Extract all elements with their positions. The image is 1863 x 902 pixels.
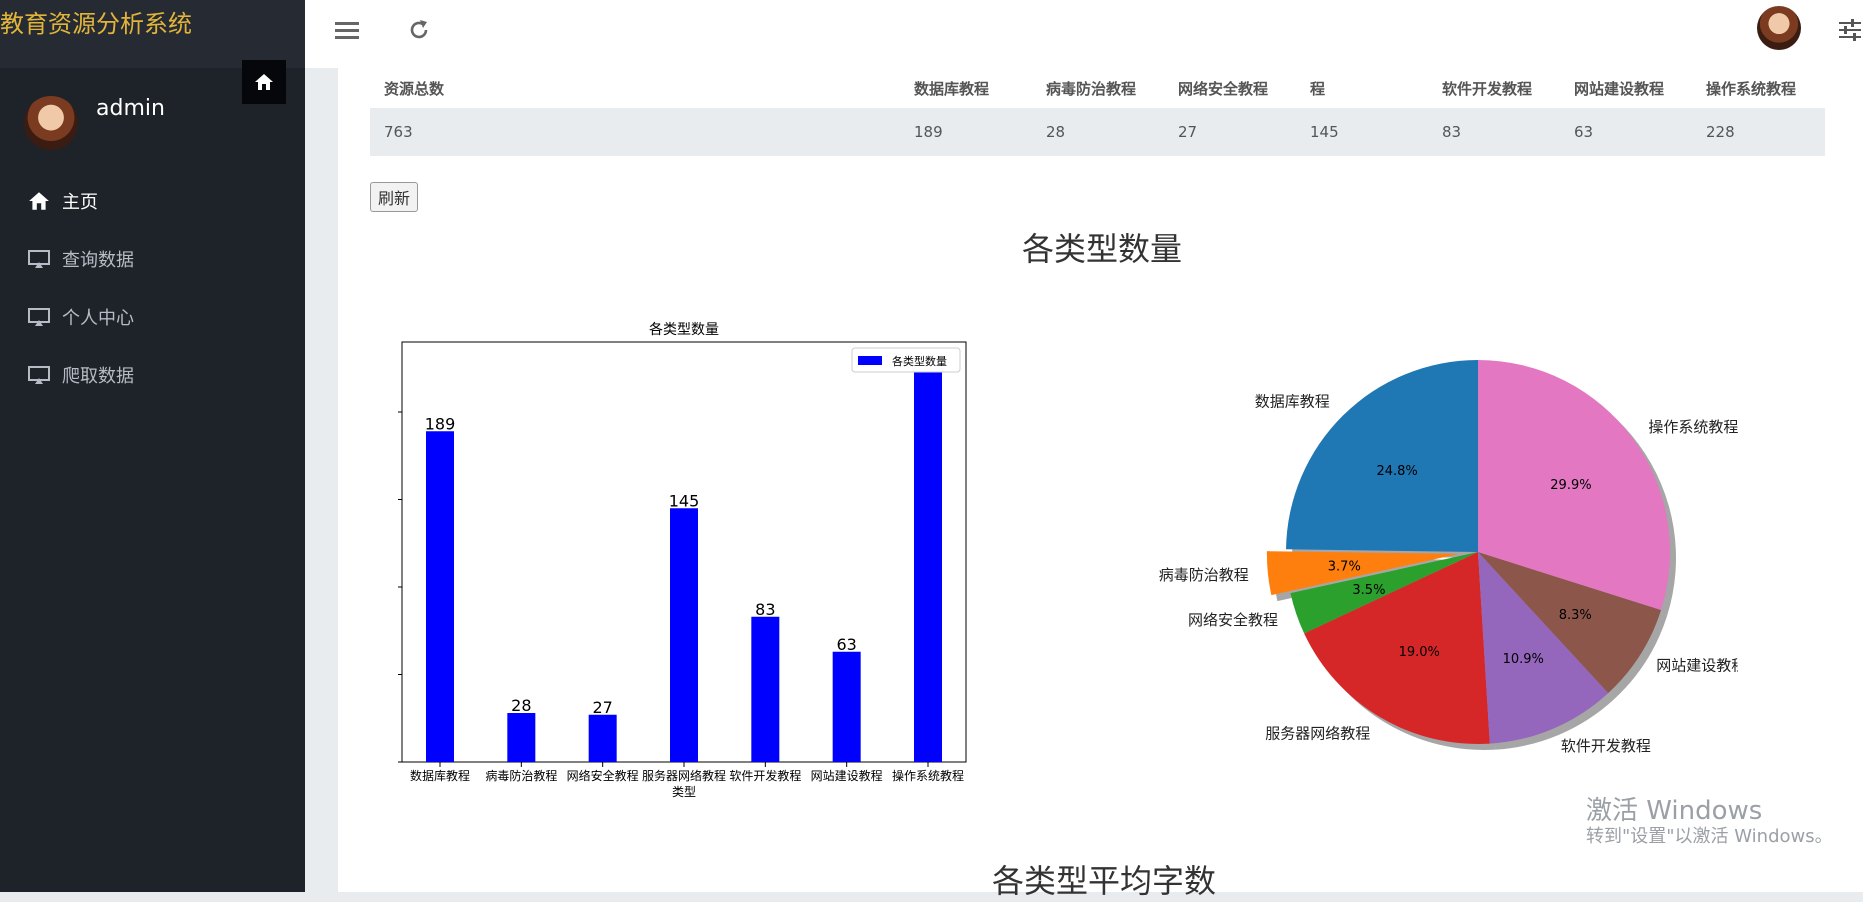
home-button[interactable] — [242, 60, 286, 104]
sliders-icon[interactable] — [1837, 18, 1863, 42]
pie-chart: 各类型数量分布24.8%数据库教程3.7%病毒防治教程3.5%网络安全教程19.… — [1159, 360, 1738, 755]
sidebar-item-crawl[interactable]: 爬取数据 — [28, 362, 134, 388]
stats-value: 27 — [1164, 108, 1296, 156]
sidebar-item-label: 爬取数据 — [62, 366, 134, 387]
stats-value: 189 — [900, 108, 1032, 156]
user-avatar[interactable] — [1757, 6, 1801, 50]
stats-header: 操作系统教程 — [1706, 79, 1797, 98]
user-avatar[interactable] — [24, 96, 78, 150]
bar-value-label: 28 — [511, 696, 531, 715]
username: admin — [96, 96, 165, 121]
sidebar-item-query[interactable]: 查询数据 — [28, 246, 134, 272]
pie-percent-label: 19.0% — [1399, 645, 1440, 660]
x-axis-label: 类型 — [672, 785, 696, 799]
stats-header: 数据库教程 — [914, 79, 990, 98]
stats-header: 软件开发教程 — [1442, 79, 1533, 98]
bar — [751, 616, 780, 762]
refresh-button[interactable]: 刷新 — [370, 182, 419, 212]
sidebar-item-profile[interactable]: 个人中心 — [28, 304, 134, 330]
stats-value: 83 — [1428, 108, 1560, 156]
sidebar: 教育资源分析系统 admin 主页 查询数据 个人中心 爬取数据 — [0, 0, 305, 892]
sidebar-item-home[interactable]: 主页 — [28, 188, 98, 214]
home-icon — [29, 192, 49, 210]
sidebar-item-label: 查询数据 — [62, 250, 134, 271]
legend-swatch — [858, 356, 882, 365]
main-panel: 资源总数 数据库教程 病毒防治教程 网络安全教程 程 软件开发教程 网站建设教程… — [338, 68, 1863, 900]
x-tick-label: 病毒防治教程 — [485, 768, 557, 783]
brand-bar: 教育资源分析系统 — [0, 0, 305, 68]
x-tick-label: 软件开发教程 — [729, 768, 801, 783]
bar — [426, 431, 454, 762]
app-title: 教育资源分析系统 — [0, 10, 192, 38]
stats-header: 资源总数 — [384, 79, 445, 98]
stats-value: 63 — [1560, 108, 1692, 156]
pie-category-label: 软件开发教程 — [1561, 737, 1651, 755]
menu-icon[interactable] — [335, 20, 359, 42]
x-tick-label: 操作系统教程 — [892, 768, 964, 783]
stats-value-row: 763 189 28 27 145 83 63 228 — [370, 108, 1825, 156]
x-tick-label: 数据库教程 — [410, 768, 470, 783]
pie-slice — [1286, 360, 1478, 552]
pie-category-label: 服务器网络教程 — [1265, 725, 1370, 743]
chart-title: 各类型数量 — [649, 322, 719, 338]
bar — [588, 714, 617, 762]
stats-value: 228 — [1692, 108, 1825, 156]
stats-header: 程 — [1310, 79, 1326, 98]
home-icon — [255, 74, 273, 90]
bar-chart: 各类型数量050100150200189数据库教程28病毒防治教程27网络安全教… — [398, 322, 967, 799]
stats-header: 网站建设教程 — [1574, 79, 1665, 98]
x-tick-label: 服务器网络教程 — [642, 768, 726, 783]
x-tick-label: 网站建设教程 — [811, 768, 883, 783]
pie-category-label: 网络安全教程 — [1188, 611, 1278, 629]
pie-percent-label: 3.7% — [1328, 560, 1361, 575]
monitor-icon — [28, 366, 50, 384]
x-tick-label: 网络安全教程 — [567, 768, 639, 783]
bar-value-label: 63 — [836, 635, 856, 654]
pie-percent-label: 24.8% — [1376, 464, 1417, 479]
bar — [914, 363, 942, 762]
top-bar — [305, 0, 1863, 68]
stats-header: 网络安全教程 — [1178, 79, 1269, 98]
pie-percent-label: 10.9% — [1503, 652, 1544, 667]
legend-label: 各类型数量 — [892, 354, 947, 368]
bar-value-label: 83 — [755, 600, 775, 619]
refresh-icon[interactable] — [407, 18, 431, 42]
pie-category-label: 数据库教程 — [1255, 393, 1330, 411]
pie-percent-label: 8.3% — [1559, 608, 1592, 623]
stats-header-row: 资源总数 数据库教程 病毒防治教程 网络安全教程 程 软件开发教程 网站建设教程… — [370, 68, 1825, 108]
bar-value-label: 189 — [425, 414, 456, 433]
stats-header: 病毒防治教程 — [1046, 79, 1137, 98]
bar-value-label: 145 — [669, 491, 700, 510]
section-title-avg-words: 各类型平均字数 — [992, 862, 1217, 900]
monitor-icon — [28, 308, 50, 326]
stats-value: 763 — [370, 108, 900, 156]
pie-category-label: 病毒防治教程 — [1159, 566, 1249, 584]
pie-category-label: 操作系统教程 — [1648, 418, 1738, 436]
monitor-icon — [28, 250, 50, 268]
stats-value: 145 — [1296, 108, 1428, 156]
pie-category-label: 网站建设教程 — [1656, 656, 1738, 674]
bar-value-label: 27 — [592, 698, 612, 717]
pie-percent-label: 3.5% — [1352, 583, 1385, 598]
sidebar-item-label: 个人中心 — [62, 308, 134, 329]
pie-percent-label: 29.9% — [1550, 478, 1591, 493]
bar — [832, 651, 861, 762]
section-title-count: 各类型数量 — [1022, 230, 1183, 268]
stats-table: 资源总数 数据库教程 病毒防治教程 网络安全教程 程 软件开发教程 网站建设教程… — [370, 68, 1825, 156]
sidebar-item-label: 主页 — [62, 192, 98, 213]
bar — [670, 508, 698, 762]
windows-activation-hint: 转到"设置"以激活 Windows。 — [1586, 826, 1833, 847]
stats-value: 28 — [1032, 108, 1164, 156]
bar — [507, 713, 536, 762]
